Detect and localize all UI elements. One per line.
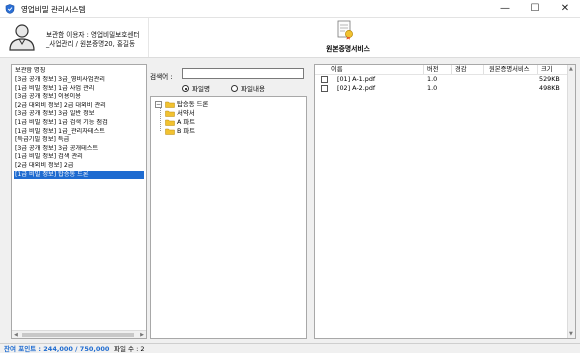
case-list-item-selected[interactable]: [1급 비밀 정보] 탑승동 드론 <box>14 170 144 180</box>
header-divider <box>148 18 149 57</box>
case-list[interactable]: 보관함 명칭 [3급 공개 정보] 3급_영비사업관리 [1급 비밀 정보] 1… <box>11 64 147 339</box>
table-row[interactable]: [01] A-1.pdf 1.0 529KB <box>315 75 575 84</box>
case-list-item[interactable]: [1급 비밀 정보] 검색 관리 <box>14 153 144 162</box>
case-list-item[interactable]: [2급 대외비 정보] 2급 대외비 관리 <box>14 102 144 111</box>
certificate-service-label: 원본증명서비스 <box>326 45 370 53</box>
shield-icon <box>5 4 15 14</box>
column-header-reduction[interactable]: 경감 <box>455 65 467 74</box>
main-content: 보관함 명칭 [3급 공개 정보] 3급_영비사업관리 [1급 비밀 정보] 1… <box>0 58 580 343</box>
case-list-item[interactable]: [3급 공개 정보] 3급_영비사업관리 <box>14 76 144 85</box>
tree-node-child-label: B 파트 <box>177 127 196 135</box>
column-divider <box>423 65 424 74</box>
tree-node-root-label: 탑승동 드론 <box>177 100 209 108</box>
file-list-scrollbar[interactable]: ▲ ▼ <box>567 65 575 338</box>
title-bar: 영업비밀 관리시스템 — ☐ ✕ <box>0 0 580 18</box>
file-size: 498KB <box>539 84 560 92</box>
case-list-item[interactable]: [1급 비밀 정보] 1급 검색 기능 점검 <box>14 119 144 128</box>
folder-tree[interactable]: − 탑승동 드론 서약서 A 파트 B 파트 <box>150 96 307 339</box>
certificate-icon <box>337 20 353 40</box>
radio-filename-dot[interactable] <box>182 85 189 92</box>
scroll-thumb[interactable] <box>22 333 134 337</box>
maximize-button[interactable]: ☐ <box>520 0 550 18</box>
scroll-right-icon[interactable]: ▶ <box>140 332 144 338</box>
table-row[interactable]: [02] A-2.pdf 1.0 498KB <box>315 84 575 93</box>
case-list-item[interactable]: [3급 공개 정보] 이용이용 <box>14 93 144 102</box>
user-info-line2: _사업관리 / 원본증명20, 홍길동 <box>46 40 136 48</box>
scroll-down-icon[interactable]: ▼ <box>569 331 573 337</box>
search-label: 검색어 : <box>150 73 173 81</box>
column-header-certificate[interactable]: 원본증명서비스 <box>489 65 530 74</box>
folder-icon <box>165 128 175 135</box>
column-header-size[interactable]: 크기 <box>541 65 553 74</box>
collapse-icon[interactable]: − <box>155 101 162 108</box>
certificate-service-button[interactable]: 원본증명서비스 <box>324 20 372 56</box>
file-version: 1.0 <box>427 84 438 92</box>
case-list-item[interactable]: [1급 비밀 정보] 1급 사업 관리 <box>14 85 144 94</box>
header: 보관함 이용자 : 영업비밀보호센터 _사업관리 / 원본증명20, 홍길동 원… <box>0 18 580 58</box>
scroll-up-icon[interactable]: ▲ <box>569 66 573 72</box>
row-checkbox[interactable] <box>321 85 328 92</box>
case-list-item[interactable]: [3급 공개 정보] 3급 일반 정보 <box>14 110 144 119</box>
radio-content-dot[interactable] <box>231 85 238 92</box>
minimize-button[interactable]: — <box>490 0 520 18</box>
file-name: [02] A-2.pdf <box>337 84 376 92</box>
scroll-left-icon[interactable]: ◀ <box>14 332 18 338</box>
folder-icon <box>165 110 175 117</box>
case-list-item[interactable]: [3급 공개 정보] 3급 공개테스트 <box>14 145 144 154</box>
column-divider <box>451 65 452 74</box>
file-count: 파일 수 : 2 <box>114 345 145 353</box>
column-divider <box>483 65 484 74</box>
folder-icon <box>165 119 175 126</box>
radio-filename-label: 파일명 <box>192 85 210 93</box>
remaining-points: 잔여 포인트 : 244,000 / 750,000 <box>4 345 110 353</box>
case-list-item[interactable]: [2급 대외비 정보] 2급 <box>14 162 144 171</box>
close-button[interactable]: ✕ <box>550 0 580 18</box>
user-icon <box>9 24 35 51</box>
file-size: 529KB <box>539 75 560 83</box>
file-list[interactable]: 이름 버전 경감 원본증명서비스 크기 [01] A-1.pdf 1.0 529… <box>314 64 576 339</box>
file-version: 1.0 <box>427 75 438 83</box>
case-list-scrollbar[interactable]: ◀ ▶ <box>12 330 146 338</box>
status-bar: 잔여 포인트 : 244,000 / 750,000 파일 수 : 2 <box>0 343 580 353</box>
case-list-item[interactable]: [1급 비밀 정보] 1급_관리자테스트 <box>14 128 144 137</box>
file-name: [01] A-1.pdf <box>337 75 376 83</box>
column-header-version[interactable]: 버전 <box>427 65 439 74</box>
window-title: 영업비밀 관리시스템 <box>21 5 86 14</box>
search-input[interactable] <box>182 68 304 79</box>
radio-content-label: 파일내용 <box>241 85 265 93</box>
tree-connector <box>160 108 161 131</box>
case-list-header: 보관함 명칭 <box>15 67 46 74</box>
row-checkbox[interactable] <box>321 76 328 83</box>
column-divider <box>537 65 538 74</box>
folder-open-icon <box>165 101 175 108</box>
column-header-name[interactable]: 이름 <box>331 65 343 74</box>
case-list-item[interactable]: [특급기밀 정보] 특급 <box>14 136 144 145</box>
tree-node-child-label: 서약서 <box>177 109 195 117</box>
search-tree-panel: 검색어 : 파일명 파일내용 − 탑승동 드론 서약서 A 파트 B 파트 <box>150 64 310 339</box>
tree-node-child-label: A 파트 <box>177 118 196 126</box>
